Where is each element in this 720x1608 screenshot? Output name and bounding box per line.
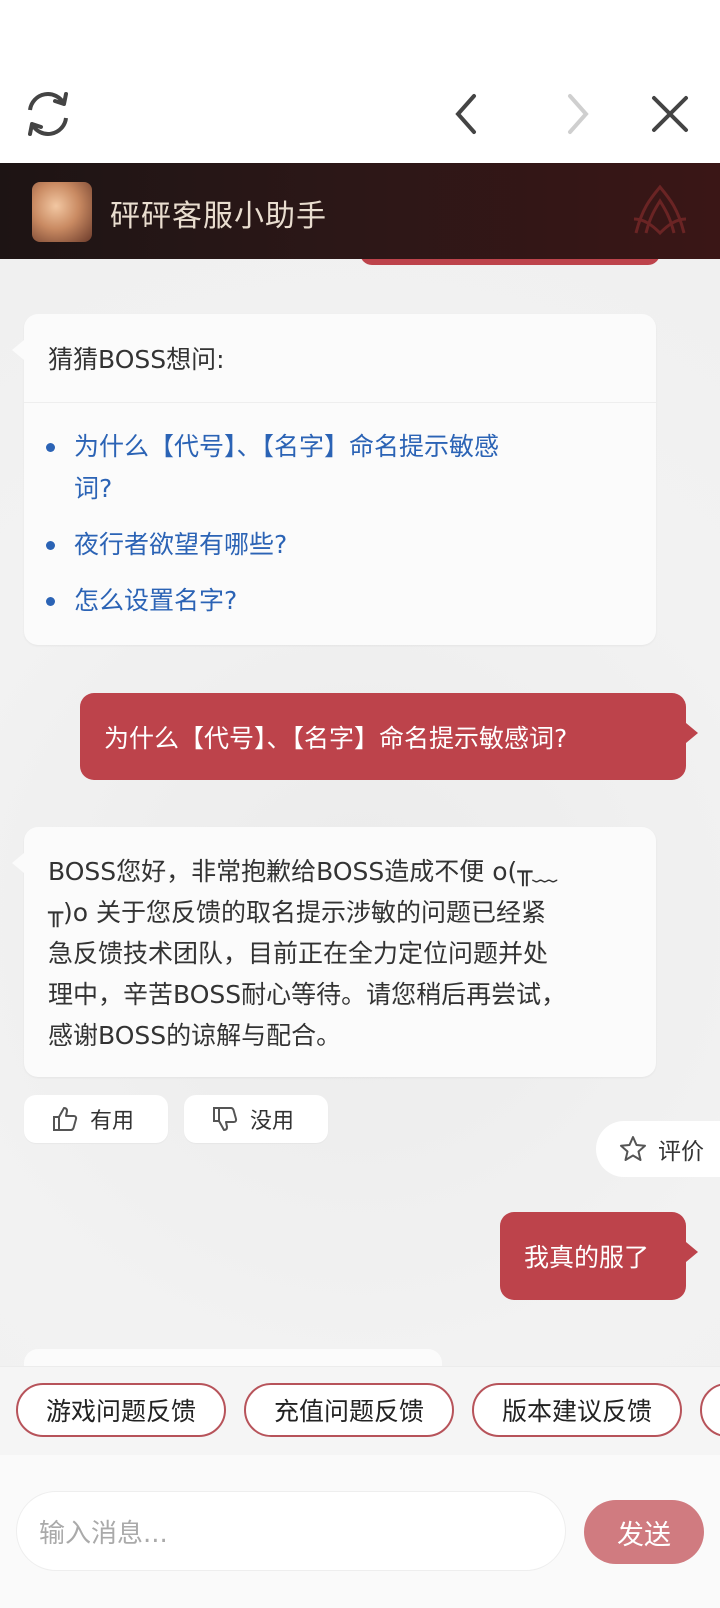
composer: 输入消息... 发送: [0, 1455, 720, 1608]
quick-replies-bar[interactable]: 游戏问题反馈 充值问题反馈 版本建议反馈: [0, 1366, 720, 1455]
thumbs-up-icon: [53, 1107, 78, 1131]
top-toolbar: [0, 0, 720, 164]
bot-message-partial: [24, 1349, 442, 1366]
quick-reply-chip[interactable]: 充值问题反馈: [244, 1383, 454, 1437]
send-button[interactable]: 发送: [584, 1500, 704, 1564]
message-input[interactable]: 输入消息...: [16, 1491, 566, 1571]
user-message: 我真的服了: [500, 1212, 698, 1300]
back-icon[interactable]: [434, 82, 498, 146]
star-icon: [620, 1136, 646, 1161]
quick-reply-chip[interactable]: 版本建议反馈: [472, 1383, 682, 1437]
brand-logo-icon: [633, 184, 687, 236]
previous-message-bubble: [360, 259, 660, 265]
avatar: [32, 182, 92, 242]
chat-area[interactable]: 猜猜BOSS想问: 为什么【代号】、【名字】命名提示敏感 词? 夜行者欲望有哪些…: [0, 259, 720, 1366]
quick-reply-chip[interactable]: 游戏问题反馈: [16, 1383, 226, 1437]
bullet-icon: [46, 597, 55, 606]
useful-button[interactable]: 有用: [24, 1095, 168, 1143]
chat-title: 砰砰客服小助手: [110, 199, 327, 234]
chat-header: 砰砰客服小助手: [0, 163, 720, 259]
user-message: 为什么【代号】、【名字】命名提示敏感词?: [80, 693, 698, 780]
thumbs-down-icon: [213, 1107, 238, 1131]
forward-icon[interactable]: [546, 82, 610, 146]
suggestion-item[interactable]: 为什么【代号】、【名字】命名提示敏感 词?: [46, 426, 499, 510]
suggestion-item[interactable]: 夜行者欲望有哪些?: [46, 524, 287, 566]
suggestions-title: 猜猜BOSS想问:: [48, 345, 225, 374]
suggestion-item[interactable]: 怎么设置名字?: [46, 580, 237, 622]
bullet-icon: [46, 541, 55, 550]
close-icon[interactable]: [638, 82, 702, 146]
quick-reply-chip-partial[interactable]: [700, 1383, 720, 1437]
divider: [24, 402, 656, 403]
useless-button[interactable]: 没用: [184, 1095, 328, 1143]
rate-button[interactable]: 评价: [596, 1121, 720, 1177]
refresh-icon[interactable]: [16, 82, 80, 146]
bullet-icon: [46, 443, 55, 452]
suggestions-card: 猜猜BOSS想问: 为什么【代号】、【名字】命名提示敏感 词? 夜行者欲望有哪些…: [12, 314, 656, 645]
bot-message: BOSS您好，非常抱歉给BOSS造成不便 o(╥﹏ ╥)o 关于您反馈的取名提示…: [12, 827, 656, 1077]
